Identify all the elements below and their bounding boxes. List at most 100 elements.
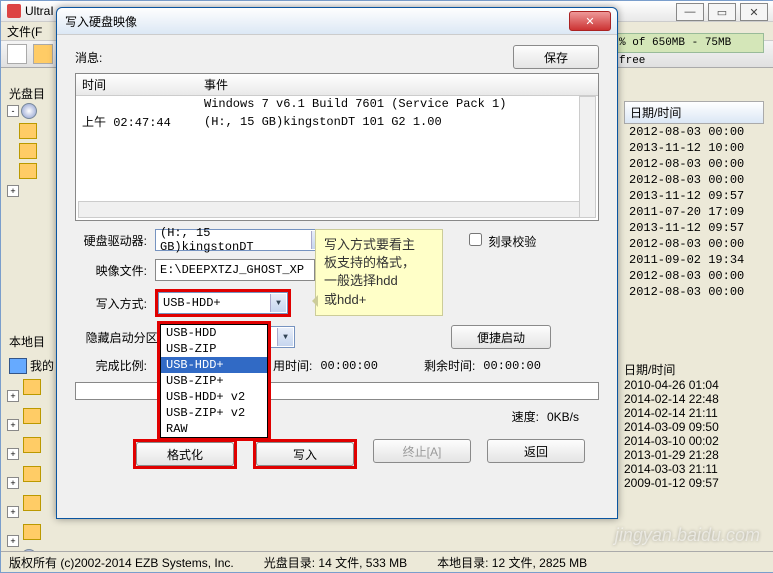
toolbar-open-icon[interactable] [33, 44, 53, 64]
file-row[interactable]: 2011-09-02 19:34 [624, 252, 764, 268]
dropdown-option[interactable]: USB-ZIP+ [161, 373, 267, 389]
dropdown-option[interactable]: USB-ZIP [161, 341, 267, 357]
file-row[interactable]: 2014-02-14 22:48 [624, 392, 764, 406]
tree-expand-icon[interactable]: + [7, 448, 19, 460]
verify-checkbox[interactable]: 刻录校验 [465, 230, 536, 250]
file-row[interactable]: 2014-02-14 21:11 [624, 406, 764, 420]
log-header-time[interactable]: 时间 [76, 74, 198, 96]
quick-boot-button[interactable]: 便捷启动 [451, 325, 551, 349]
verify-checkbox-input[interactable] [469, 233, 482, 246]
file-row[interactable]: 2013-11-12 09:57 [624, 220, 764, 236]
log-header-event[interactable]: 事件 [198, 74, 598, 96]
tree-expand-icon[interactable]: + [7, 419, 19, 431]
file-list-bottom: 日期/时间 2010-04-26 01:04 2014-02-14 22:48 … [624, 361, 764, 490]
file-row[interactable]: 2012-08-03 00:00 [624, 284, 764, 300]
disc-tree-label: 光盘目 [9, 85, 49, 102]
drive-label: 硬盘驱动器: [75, 232, 147, 249]
drive-combo[interactable]: (H:, 15 GB)kingstonDT ▼ [155, 229, 329, 251]
file-row[interactable]: 2010-04-26 01:04 [624, 378, 764, 392]
save-button[interactable]: 保存 [513, 45, 599, 69]
app-min-button[interactable]: — [676, 3, 704, 21]
tree-expand-icon[interactable]: + [7, 390, 19, 402]
dialog-close-button[interactable]: ✕ [569, 11, 611, 31]
capacity-bar: % of 650MB - 75MB free [614, 33, 764, 53]
file-row[interactable]: 2012-08-03 00:00 [624, 156, 764, 172]
tree-expand-icon[interactable]: + [7, 506, 19, 518]
dropdown-option[interactable]: USB-HDD+ v2 [161, 389, 267, 405]
image-file-label: 映像文件: [75, 262, 147, 279]
remain-label: 剩余时间: [424, 357, 475, 374]
file-row[interactable]: 2012-08-03 00:00 [624, 236, 764, 252]
folder-icon[interactable] [23, 466, 41, 482]
column-header-datetime[interactable]: 日期/时间 [624, 101, 764, 124]
annotation-line: 或hdd+ [324, 292, 366, 307]
toolbar-new-icon[interactable] [7, 44, 27, 64]
file-row[interactable]: 2009-01-12 09:57 [624, 476, 764, 490]
elapsed-value: 00:00:00 [320, 359, 378, 373]
file-row[interactable]: 2014-03-03 21:11 [624, 462, 764, 476]
log-event: (H:, 15 GB)kingstonDT 101 G2 1.00 [198, 112, 598, 131]
folder-icon[interactable] [23, 524, 41, 540]
file-row[interactable]: 2014-03-10 00:02 [624, 434, 764, 448]
image-file-input[interactable]: E:\DEEPXTZJ_GHOST_XP [155, 259, 315, 281]
return-button[interactable]: 返回 [487, 439, 585, 463]
scrollbar-horizontal[interactable] [78, 201, 582, 218]
disc-dir-info: 光盘目录: 14 文件, 533 MB [264, 554, 407, 571]
copyright-text: 版权所有 (c)2002-2014 EZB Systems, Inc. [9, 554, 234, 571]
disc-icon [21, 103, 37, 119]
write-mode-combo[interactable]: USB-HDD+ ▼ [158, 292, 288, 314]
dropdown-option[interactable]: USB-ZIP+ v2 [161, 405, 267, 421]
tree-expand-icon[interactable]: + [7, 185, 19, 197]
dropdown-option[interactable]: RAW [161, 421, 267, 437]
scrollbar-vertical[interactable] [579, 96, 596, 218]
column-header-datetime[interactable]: 日期/时间 [624, 361, 764, 378]
folder-icon[interactable] [23, 379, 41, 395]
file-row[interactable]: 2012-08-03 00:00 [624, 172, 764, 188]
dialog-title-text: 写入硬盘映像 [65, 13, 137, 30]
annotation-tooltip: 写入方式要看主 板支持的格式， 一般选择hdd 或hdd+ [315, 229, 443, 316]
tree-expand-icon[interactable]: - [7, 105, 19, 117]
file-row[interactable]: 2011-07-20 17:09 [624, 204, 764, 220]
app-max-button[interactable]: ▭ [708, 3, 736, 21]
file-row[interactable]: 2013-01-29 21:28 [624, 448, 764, 462]
log-time: 上午 02:47:44 [76, 112, 198, 131]
folder-icon[interactable] [19, 123, 37, 139]
file-row[interactable]: 2012-08-03 00:00 [624, 124, 764, 140]
annotation-line: 板支持的格式， [324, 255, 415, 270]
log-time [76, 96, 198, 113]
menu-file[interactable]: 文件(F [7, 23, 42, 40]
dialog-titlebar[interactable]: 写入硬盘映像 [57, 8, 617, 35]
write-button[interactable]: 写入 [256, 442, 354, 466]
local-tree-label: 本地目 [9, 333, 45, 350]
folder-icon[interactable] [23, 495, 41, 511]
folder-icon[interactable] [19, 143, 37, 159]
message-label: 消息: [75, 49, 102, 66]
file-row[interactable]: 2014-03-09 09:50 [624, 420, 764, 434]
drive-value: (H:, 15 GB)kingstonDT [160, 226, 310, 254]
write-mode-value: USB-HDD+ [163, 296, 221, 310]
watermark-text: jingyan.baidu.com [615, 525, 760, 546]
app-close-button[interactable]: ✕ [740, 3, 768, 21]
log-box: 时间 事件 Windows 7 v6.1 Build 7601 (Service… [75, 73, 599, 221]
file-row[interactable]: 2013-11-12 09:57 [624, 188, 764, 204]
tree-expand-icon[interactable]: + [7, 535, 19, 547]
write-mode-dropdown[interactable]: USB-HDD USB-ZIP USB-HDD+ USB-ZIP+ USB-HD… [160, 324, 268, 438]
annotation-line: 一般选择hdd [324, 273, 398, 288]
tree-expand-icon[interactable]: + [7, 477, 19, 489]
disc-tree: - + [5, 103, 55, 199]
elapsed-label: 用时间: [273, 357, 312, 374]
dropdown-option-selected[interactable]: USB-HDD+ [161, 357, 267, 373]
folder-icon[interactable] [23, 408, 41, 424]
folder-icon[interactable] [23, 437, 41, 453]
log-row: 上午 02:47:44 (H:, 15 GB)kingstonDT 101 G2… [76, 112, 598, 131]
folder-icon[interactable] [19, 163, 37, 179]
log-row: Windows 7 v6.1 Build 7601 (Service Pack … [76, 96, 598, 113]
file-row[interactable]: 2013-11-12 10:00 [624, 140, 764, 156]
format-button[interactable]: 格式化 [136, 442, 234, 466]
local-tree: + + + + + + + [5, 375, 55, 565]
my-computer-node[interactable]: 我的 [9, 357, 54, 374]
write-mode-label: 写入方式: [75, 295, 147, 312]
dropdown-option[interactable]: USB-HDD [161, 325, 267, 341]
my-computer-label: 我的 [30, 357, 54, 374]
file-row[interactable]: 2012-08-03 00:00 [624, 268, 764, 284]
